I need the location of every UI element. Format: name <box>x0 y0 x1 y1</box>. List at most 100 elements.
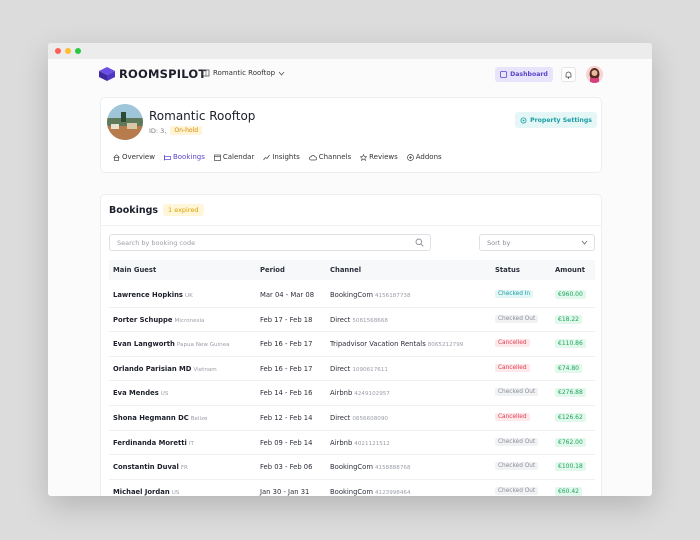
guest-country: IT <box>188 440 194 447</box>
channel-name: Direct <box>330 413 351 422</box>
period-cell: Feb 09 - Feb 14 <box>260 438 313 447</box>
channel-id: 1090617611 <box>352 366 388 373</box>
property-settings-button[interactable]: Property Settings <box>515 112 597 128</box>
tab-addons-label: Addons <box>415 153 442 161</box>
status-badge: Checked Out <box>495 486 539 495</box>
tab-bookings-label: Bookings <box>172 153 205 161</box>
table-row[interactable]: Porter Schuppe Micronesia Feb 17 - Feb 18… <box>109 308 595 333</box>
amount-badge: €276.88 <box>555 388 586 398</box>
guest-name: Constantin Duval <box>113 463 179 472</box>
guest-name: Lawrence Hopkins <box>113 291 183 299</box>
bookings-table-body: Lawrence Hopkins UK Mar 04 - Mar 08 Booki… <box>109 283 595 496</box>
column-header-period[interactable]: Period <box>260 266 285 274</box>
status-badge: Checked Out <box>495 388 539 397</box>
tab-bookings[interactable]: Bookings <box>164 153 205 161</box>
chevron-down-icon <box>581 240 588 245</box>
minimize-window-button[interactable] <box>65 48 71 54</box>
property-tabs: Overview Bookings Calendar Insights Chan… <box>113 153 442 161</box>
guest-cell: Shona Hegmann DC Belize <box>113 414 207 422</box>
guest-name: Porter Schuppe <box>113 315 173 324</box>
divider <box>101 225 601 226</box>
expired-badge: 1 expired <box>163 204 204 216</box>
guest-cell: Constantin Duval FR <box>113 463 188 471</box>
column-header-amount[interactable]: Amount <box>555 266 585 274</box>
tab-reviews[interactable]: Reviews <box>360 153 398 161</box>
guest-country: Micronesia <box>174 317 205 324</box>
window-titlebar <box>48 43 652 59</box>
column-header-main-guest[interactable]: Main Guest <box>113 266 156 274</box>
channel-name: Airbnb <box>330 438 353 447</box>
amount-badge: €110.86 <box>555 339 586 349</box>
logo-cube-icon <box>99 67 115 81</box>
amount-badge: €762.00 <box>555 437 586 447</box>
table-row[interactable]: Lawrence Hopkins UK Mar 04 - Mar 08 Booki… <box>109 283 595 308</box>
search-input[interactable]: Search by booking code <box>109 234 431 251</box>
column-header-status[interactable]: Status <box>495 266 520 274</box>
tab-channels-label: Channels <box>318 153 352 161</box>
top-navigation: ROOMSPILOT Romantic Rooftop Dashboard <box>48 59 652 91</box>
calendar-icon <box>214 154 221 161</box>
tab-addons[interactable]: Addons <box>406 153 442 161</box>
bed-icon <box>164 154 171 160</box>
bookings-card: Bookings 1 expired Search by booking cod… <box>100 194 602 496</box>
guest-cell: Ferdinanda Moretti IT <box>113 439 194 447</box>
channel-id: 4249102957 <box>354 391 390 398</box>
channel-id: 8065212799 <box>427 342 464 349</box>
property-selector[interactable]: Romantic Rooftop <box>202 69 285 77</box>
close-window-button[interactable] <box>55 48 61 54</box>
notifications-button[interactable] <box>561 67 576 82</box>
tab-calendar[interactable]: Calendar <box>214 153 254 161</box>
channel-id: 4156187738 <box>374 293 411 299</box>
channel-id: 5081568668 <box>352 317 388 324</box>
cloud-icon <box>308 154 317 160</box>
channel-cell: Airbnb 4021121512 <box>330 439 390 447</box>
table-row[interactable]: Shona Hegmann DC Belize Feb 12 - Feb 14 D… <box>109 406 595 431</box>
table-row[interactable]: Constantin Duval FR Feb 03 - Feb 06 Booki… <box>109 455 595 480</box>
amount-badge: €60.42 <box>555 486 582 496</box>
guest-country: US <box>160 391 169 398</box>
amount-badge: €18.22 <box>555 314 582 324</box>
table-header: Main Guest Period Channel Status Amount <box>109 260 595 280</box>
guest-name: Evan Langworth <box>113 340 175 349</box>
dashboard-button[interactable]: Dashboard <box>495 67 553 82</box>
period-cell: Feb 14 - Feb 16 <box>260 389 313 398</box>
amount-badge: €126.62 <box>555 412 586 422</box>
logo[interactable]: ROOMSPILOT <box>99 67 206 81</box>
period-cell: Mar 04 - Mar 08 <box>260 291 315 299</box>
guest-country: Vietnam <box>193 366 217 373</box>
period-cell: Feb 16 - Feb 17 <box>260 364 313 373</box>
tab-overview-label: Overview <box>122 153 155 161</box>
table-row[interactable]: Eva Mendes US Feb 14 - Feb 16 Airbnb 42491… <box>109 381 595 406</box>
avatar-image <box>586 66 603 83</box>
period-cell: Jan 30 - Jan 31 <box>260 487 310 496</box>
sort-select[interactable]: Sort by <box>479 234 595 251</box>
tab-channels[interactable]: Channels <box>308 153 352 161</box>
table-row[interactable]: Michael Jordan US Jan 30 - Jan 31 Booking… <box>109 480 595 496</box>
user-avatar[interactable] <box>586 66 603 83</box>
channel-name: Direct <box>330 364 351 373</box>
channel-cell: Direct 0856608090 <box>330 414 388 422</box>
maximize-window-button[interactable] <box>75 48 81 54</box>
guest-country: Papua New Guinea <box>176 342 230 349</box>
table-row[interactable]: Orlando Parisian MD Vietnam Feb 16 - Feb … <box>109 357 595 382</box>
guest-cell: Michael Jordan US <box>113 488 179 496</box>
dashboard-icon <box>500 71 508 78</box>
guest-name: Michael Jordan <box>113 487 170 496</box>
property-name: Romantic Rooftop <box>149 109 256 123</box>
channel-cell: Airbnb 4249102957 <box>330 389 390 397</box>
chevron-down-icon <box>278 71 285 76</box>
period-cell: Feb 17 - Feb 18 <box>260 315 313 324</box>
bell-icon <box>565 71 572 79</box>
channel-id: 0856608090 <box>352 415 388 422</box>
period-cell: Feb 03 - Feb 06 <box>260 463 313 472</box>
property-settings-label: Property Settings <box>530 116 592 124</box>
tab-calendar-label: Calendar <box>222 153 255 161</box>
column-header-channel[interactable]: Channel <box>330 266 361 274</box>
channel-id: 4158888768 <box>374 465 411 472</box>
tab-overview[interactable]: Overview <box>113 153 155 161</box>
guest-name: Eva Mendes <box>113 389 159 398</box>
tab-insights[interactable]: Insights <box>263 153 300 161</box>
amount-badge: €960.00 <box>555 290 586 299</box>
table-row[interactable]: Ferdinanda Moretti IT Feb 09 - Feb 14 Air… <box>109 431 595 456</box>
table-row[interactable]: Evan Langworth Papua New Guinea Feb 16 - … <box>109 332 595 357</box>
